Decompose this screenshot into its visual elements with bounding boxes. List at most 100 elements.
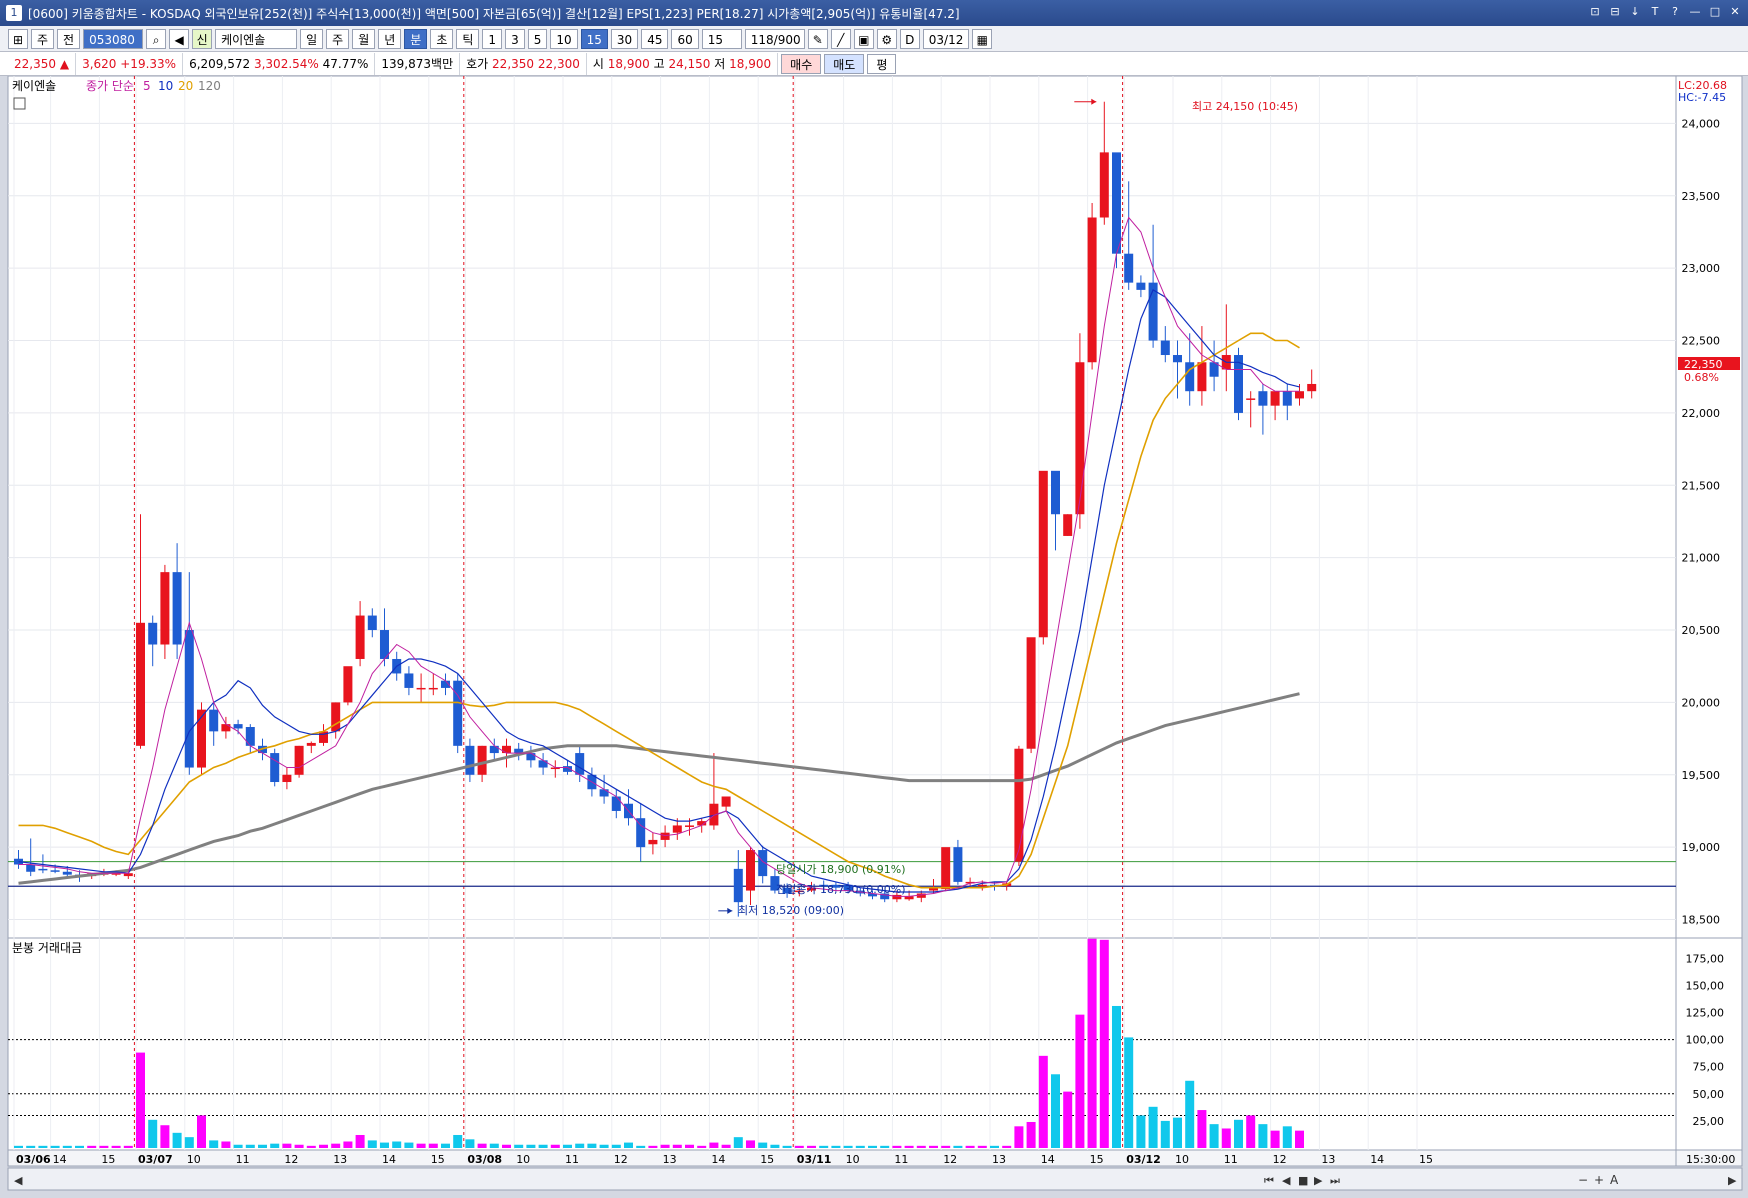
candle-body	[233, 724, 243, 729]
period-month[interactable]: 월	[352, 28, 376, 49]
time-tick-label: 14	[711, 1153, 725, 1166]
volume-bar	[685, 1144, 694, 1148]
save-icon[interactable]: ▣	[853, 28, 874, 49]
volume-bar	[416, 1143, 426, 1148]
market-select[interactable]: 주	[31, 28, 55, 49]
candle-body	[1307, 383, 1317, 392]
scroll-first-icon[interactable]: ⏮	[1264, 1174, 1274, 1187]
calendar-icon[interactable]: ▦	[972, 28, 993, 49]
interval-1[interactable]: 1	[482, 28, 503, 49]
price-tick-label: 21,000	[1682, 552, 1721, 565]
price-tick-label: 24,000	[1682, 117, 1721, 130]
interval-15[interactable]: 15	[580, 28, 608, 49]
count-field[interactable]: 118/900	[744, 28, 805, 49]
help-icon[interactable]: ?	[1668, 4, 1682, 20]
settings-icon[interactable]: ⚙	[876, 28, 897, 49]
candle-body	[62, 871, 72, 875]
new-badge: 신	[192, 28, 213, 49]
scroll-last-icon[interactable]: ⏭	[1330, 1174, 1340, 1187]
interval-45[interactable]: 45	[641, 28, 669, 49]
buy-button[interactable]: 매수	[781, 53, 822, 74]
date-field[interactable]: 03/12	[922, 28, 970, 49]
period-year[interactable]: 년	[378, 28, 402, 49]
scroll-next-icon[interactable]: ▶	[1314, 1174, 1323, 1187]
volume-bar	[1221, 1128, 1231, 1148]
candle-body	[50, 870, 60, 872]
stock-name[interactable]: 케이엔솔	[215, 28, 298, 49]
maximize-icon[interactable]: □	[1708, 4, 1722, 20]
interval-30[interactable]: 30	[610, 28, 639, 49]
volume-tick-label: 150,00	[1686, 979, 1725, 992]
volume-bar	[453, 1134, 463, 1148]
period-minute[interactable]: 분	[404, 28, 428, 49]
volume-bar	[258, 1144, 267, 1148]
close-icon[interactable]: ✕	[1728, 4, 1742, 20]
volume-bar	[123, 1145, 133, 1148]
volume-bar	[148, 1119, 158, 1148]
interval-60[interactable]: 60	[671, 28, 699, 49]
panel-settings-icon[interactable]	[13, 97, 26, 110]
volume-bar	[1197, 1110, 1207, 1148]
chart-area[interactable]: 18,500 19,000 19,500 20,000 20,500 21,000 21,5…	[0, 75, 1748, 1195]
volume-bar	[14, 1145, 23, 1148]
interval-3[interactable]: 3	[505, 28, 525, 49]
ohl: 시 18,900 고 24,150 저 18,900	[587, 52, 779, 75]
interval-10[interactable]: 10	[550, 28, 578, 49]
layout-toggle-icon[interactable]: ⊞	[8, 28, 28, 49]
interval-5[interactable]: 5	[527, 28, 548, 49]
scroll-right-icon[interactable]: ▶	[1728, 1174, 1737, 1187]
volume-bar	[233, 1144, 243, 1148]
draw-tool-icon[interactable]: ✎	[807, 28, 828, 49]
volume-bar	[916, 1145, 926, 1148]
candle-body	[977, 884, 987, 887]
line-tool-icon[interactable]: ╱	[830, 28, 851, 49]
scroll-stop-icon[interactable]: ■	[1298, 1174, 1308, 1187]
candle-body	[746, 850, 755, 891]
volume-bar	[1075, 1014, 1085, 1148]
price-tick-label: 21,500	[1682, 479, 1721, 492]
time-tick-label: 15	[101, 1153, 115, 1166]
volume-bar	[331, 1143, 341, 1148]
restore-icon[interactable]: ⊡	[1588, 4, 1602, 20]
scope-select[interactable]: 전	[57, 28, 81, 49]
chart-scrollbar[interactable]	[7, 1167, 1743, 1191]
last-pct-label: 0.68%	[1684, 371, 1719, 384]
sell-button[interactable]: 매도	[824, 53, 865, 74]
minimize-icon[interactable]: —	[1688, 4, 1702, 20]
layout-icon[interactable]: ⊟	[1608, 4, 1622, 20]
scroll-left-icon[interactable]: ◀	[14, 1174, 23, 1187]
volume-bar	[880, 1145, 890, 1148]
candle-body	[489, 745, 499, 754]
volume-bar	[1295, 1130, 1304, 1148]
search-icon[interactable]: ⌕	[146, 28, 167, 49]
candle-body	[270, 753, 280, 783]
time-tick-label: 15	[1419, 1153, 1433, 1166]
zoom-out-icon[interactable]: −	[1578, 1173, 1588, 1187]
pin-icon[interactable]: ↓	[1628, 4, 1642, 20]
zoom-in-icon[interactable]: +	[1594, 1173, 1604, 1187]
volume-bar	[404, 1142, 414, 1148]
code-input[interactable]: 053080	[83, 28, 144, 49]
volume-bar	[1136, 1115, 1146, 1148]
period-week[interactable]: 주	[326, 28, 350, 49]
period-second[interactable]: 초	[430, 28, 454, 49]
eval-button[interactable]: 평	[867, 53, 897, 74]
volume-bar	[392, 1141, 402, 1148]
hoga: 호가 22,350 22,300	[460, 52, 587, 75]
candle-body	[136, 622, 145, 746]
date-flag[interactable]: D	[899, 28, 920, 49]
period-tick[interactable]: 틱	[456, 28, 480, 49]
volume-bar	[819, 1145, 829, 1148]
font-icon[interactable]: T	[1648, 4, 1662, 20]
scroll-prev-icon[interactable]: ◀	[1282, 1174, 1291, 1187]
volume-bar	[1160, 1120, 1170, 1148]
text-tool-icon[interactable]: A	[1610, 1173, 1619, 1187]
interval-select[interactable]: 15	[701, 28, 742, 49]
volume-bar	[26, 1145, 36, 1148]
chart-svg[interactable]: 18,500 19,000 19,500 20,000 20,500 21,000 21,5…	[0, 75, 1748, 1195]
volume-bar	[477, 1143, 487, 1148]
speaker-icon[interactable]: ◀	[169, 28, 190, 49]
time-tick-label: 10	[1175, 1153, 1189, 1166]
period-day[interactable]: 일	[300, 28, 324, 49]
candle-body	[416, 687, 426, 690]
